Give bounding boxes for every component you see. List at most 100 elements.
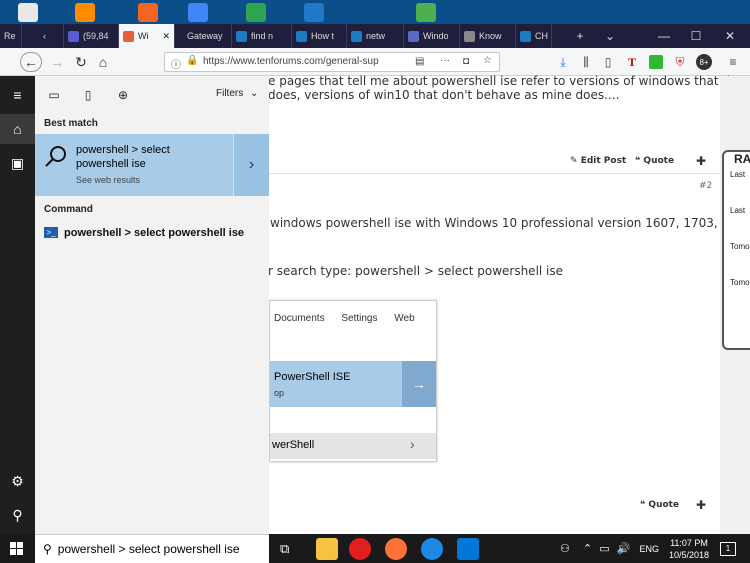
search-input[interactable] <box>57 542 248 556</box>
tab-3[interactable]: Gateway <box>175 24 232 48</box>
chevron-down-icon[interactable]: ⌄ <box>596 24 624 48</box>
extension-green-icon[interactable] <box>648 54 664 70</box>
chevron-right-icon: › <box>410 436 415 452</box>
windows-start-icon[interactable] <box>10 542 23 555</box>
clock[interactable]: 11:07 PM 10/5/2018 <box>668 537 710 561</box>
minimize-button[interactable]: — <box>650 24 678 48</box>
tab-5[interactable]: How t <box>292 24 347 48</box>
search-icon <box>44 144 68 171</box>
tab-2-active[interactable]: Wi ✕ <box>119 24 175 48</box>
embedded-best-title: PowerShell ISE <box>274 371 351 383</box>
tab-1[interactable]: (59,84 <box>64 24 119 48</box>
notification-icon[interactable]: 1 <box>720 542 736 556</box>
command-item-label: powershell > select powershell ise <box>64 227 245 239</box>
reload-button[interactable]: ↻ <box>70 52 92 72</box>
command-item[interactable]: >_ powershell > select powershell ise <box>35 222 269 246</box>
visual-studio-icon[interactable] <box>304 3 324 22</box>
filters-dropdown[interactable]: Filters ⌄ <box>216 88 258 99</box>
pocket-icon[interactable]: ◘ <box>463 56 469 67</box>
tab-6[interactable]: netw <box>347 24 404 48</box>
start-menu-rail: ≡ ⌂ ▣ ⚙ ⚲ <box>0 76 35 534</box>
multi-quote-icon[interactable]: ✚ <box>696 498 706 512</box>
multi-quote-icon[interactable]: ✚ <box>696 154 706 168</box>
network-icon[interactable] <box>246 3 266 22</box>
edit-post-button[interactable]: ✎ Edit Post <box>570 156 626 166</box>
tab-label: Windo <box>423 31 449 41</box>
post-text-line: e pages that tell me about powershell is… <box>268 74 750 88</box>
settings-icon[interactable]: ⚙ <box>0 466 35 496</box>
home-button[interactable]: ⌂ <box>92 52 114 72</box>
post-number[interactable]: #2 <box>699 181 712 191</box>
taskbar-search-box[interactable]: ⚲ <box>35 534 269 563</box>
divider <box>269 173 720 174</box>
side-item[interactable]: Last <box>730 170 745 179</box>
firefox-icon[interactable] <box>385 538 407 560</box>
tab-favicon <box>123 30 134 42</box>
side-item[interactable]: Tomo <box>730 242 750 251</box>
open-preview-button[interactable]: › <box>233 134 269 196</box>
feedback-icon[interactable]: ⚲ <box>0 500 35 530</box>
home-icon[interactable]: ⌂ <box>0 114 35 144</box>
tab-favicon <box>236 30 247 42</box>
best-match-subtitle: See web results <box>76 175 141 185</box>
menu-icon[interactable]: ≡ <box>725 54 741 70</box>
embedded-best-match: PowerShell ISE op <box>270 361 402 407</box>
tab-label: Gateway <box>187 31 223 41</box>
info-icon[interactable]: ⓘ <box>171 56 181 71</box>
chevron-up-icon[interactable]: ⌃ <box>583 543 592 555</box>
language-indicator[interactable]: ENG <box>639 544 659 554</box>
chrome-icon[interactable] <box>188 3 208 22</box>
embedded-tab: Settings <box>341 313 378 324</box>
tab-7[interactable]: Windo <box>404 24 460 48</box>
best-match-item[interactable]: powershell > select powershell ise See w… <box>35 134 269 196</box>
desktop-icons-strip <box>0 0 750 24</box>
file-explorer-icon[interactable] <box>316 538 338 560</box>
embedded-item: werShell › <box>270 433 436 459</box>
media-app-icon[interactable] <box>421 538 443 560</box>
app-icon[interactable] <box>416 3 436 22</box>
taskbar-app-icon[interactable] <box>457 538 479 560</box>
quote-button[interactable]: ❝ Quote <box>640 500 679 510</box>
back-button[interactable]: ← <box>20 52 42 72</box>
download-icon[interactable]: ⤓ <box>555 54 571 70</box>
quote-button[interactable]: ❝ Quote <box>635 156 674 166</box>
url-text[interactable]: https://www.tenforums.com/general-sup <box>203 56 383 67</box>
people-icon[interactable]: ⚇ <box>560 543 570 555</box>
forward-button[interactable]: → <box>46 52 68 72</box>
extension-icon[interactable]: T <box>624 54 640 70</box>
tab-8[interactable]: Know <box>460 24 516 48</box>
notebook-icon[interactable]: ▣ <box>0 148 35 178</box>
close-icon[interactable]: ✕ <box>162 31 170 42</box>
shield-icon[interactable]: ⛨ <box>672 54 688 70</box>
chevron-right-icon: › <box>248 156 255 173</box>
more-actions-icon[interactable]: ··· <box>440 55 450 66</box>
url-bar[interactable]: ⓘ 🔒 https://www.tenforums.com/general-su… <box>164 52 500 72</box>
close-window-button[interactable]: ✕ <box>716 24 744 48</box>
embedded-best-sub: op <box>274 388 285 398</box>
tab-4[interactable]: find n <box>232 24 292 48</box>
apps-filter-icon[interactable]: ▭ <box>45 86 63 104</box>
volume-icon[interactable]: 🔊 <box>617 543 631 555</box>
side-item[interactable]: Last <box>730 206 745 215</box>
tab-9[interactable]: CH <box>516 24 552 48</box>
tab-prev-arrow[interactable]: ‹ <box>22 24 64 48</box>
best-match-title-line2: powershell ise <box>76 158 146 170</box>
recycle-bin-icon[interactable] <box>18 3 38 22</box>
opera-icon[interactable] <box>349 538 371 560</box>
side-item[interactable]: Tomo <box>730 278 750 287</box>
rss-icon[interactable] <box>138 3 158 22</box>
reader-view-icon[interactable]: ▤ <box>415 56 424 67</box>
task-view-icon[interactable]: ⧉ <box>280 541 289 557</box>
library-icon[interactable]: ⫼ <box>578 54 594 70</box>
maximize-button[interactable]: ☐ <box>682 24 710 48</box>
star-icon[interactable]: ☆ <box>483 55 492 66</box>
documents-filter-icon[interactable]: ▯ <box>79 86 97 104</box>
hamburger-menu-icon[interactable]: ≡ <box>0 80 35 110</box>
vlc-icon[interactable] <box>75 3 95 22</box>
new-tab-button[interactable]: + <box>566 24 594 48</box>
web-filter-icon[interactable]: ⊕ <box>114 86 132 104</box>
tab-0[interactable]: Re <box>0 24 22 48</box>
sidebar-icon[interactable]: ▯ <box>600 54 616 70</box>
badge-icon[interactable]: 8+ <box>696 54 712 70</box>
network-tray-icon[interactable]: ▭ <box>599 543 609 555</box>
